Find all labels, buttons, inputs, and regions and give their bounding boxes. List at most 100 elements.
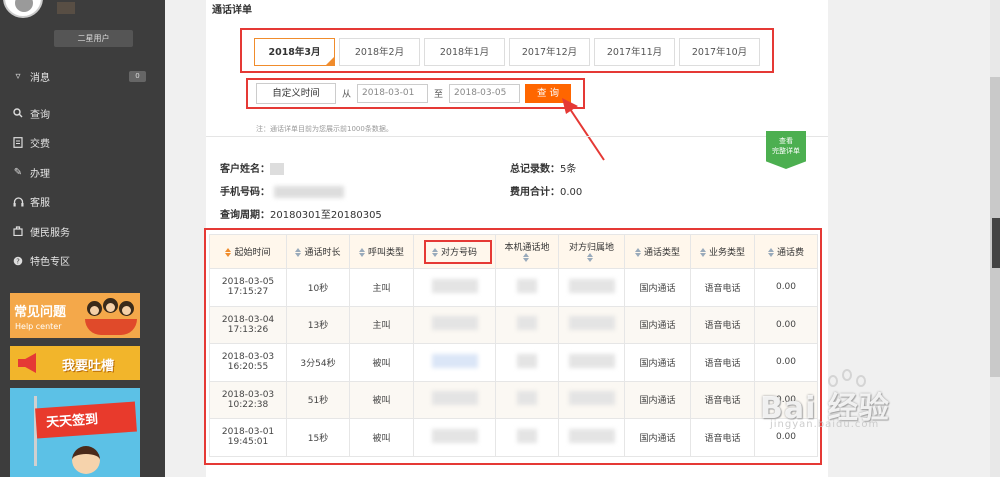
sidebar-item-query[interactable]: 查询 — [0, 99, 165, 129]
cell-call-type: 被叫 — [349, 343, 414, 382]
sidebar-item-handle[interactable]: ✎ 办理 — [0, 158, 165, 188]
cell-start-time: 2018-03-04 17:13:26 — [209, 305, 287, 344]
custom-time-button[interactable]: 自定义时间 — [256, 83, 336, 104]
side-feedback-tab[interactable] — [992, 218, 1000, 268]
total-records: 总记录数：5条 — [510, 160, 576, 175]
total-fee: 费用合计：0.00 — [510, 183, 582, 198]
table-row: 2018-03-05 17:15:27 10秒 主叫 国内通话 语音电话 0.00 — [209, 268, 818, 307]
cell-start-time: 2018-03-03 16:20:55 — [209, 343, 287, 382]
character-illustration — [72, 446, 100, 474]
sidebar-item-payment[interactable]: 交费 — [0, 128, 165, 158]
col-local-area[interactable]: 本机通话地 — [495, 234, 559, 269]
col-biz-type[interactable]: 业务类型 — [690, 234, 755, 269]
headset-icon — [12, 196, 24, 208]
sort-icon — [522, 253, 529, 262]
faq-banner[interactable]: 常见问题 Help center — [10, 293, 140, 338]
cell-start-time: 2018-03-03 10:22:38 — [209, 380, 287, 419]
custom-time-row: 自定义时间 从 2018-03-01 至 2018-03-05 查 询 — [256, 83, 572, 104]
start-date-input[interactable]: 2018-03-01 — [357, 84, 429, 103]
cell-duration: 13秒 — [286, 305, 350, 344]
faq-banner-subtitle: Help center — [15, 322, 62, 331]
to-label: 至 — [434, 90, 444, 100]
query-period: 查询周期：20180301至20180305 — [220, 206, 382, 221]
call-detail-table: 起始时间 通话时长 呼叫类型 对方号码 本机通话地 对方归属地 通话类型 业务类… — [209, 234, 818, 457]
phone-label: 手机号码： — [220, 187, 270, 198]
signin-banner[interactable]: 天天签到 — [10, 388, 140, 477]
faq-banner-title: 常见问题 — [14, 305, 67, 320]
col-other-number[interactable]: 对方号码 — [413, 234, 496, 269]
sidebar-item-featured[interactable]: ? 特色专区 — [0, 246, 165, 276]
red-arrow-annotation — [562, 98, 605, 161]
cell-other-number — [413, 305, 496, 344]
customer-name-redacted — [270, 163, 284, 175]
col-other-area[interactable]: 对方归属地 — [558, 234, 625, 269]
sidebar-item-label: 消息 — [30, 73, 50, 85]
cell-duration: 10秒 — [286, 268, 350, 307]
table-row: 2018-03-03 16:20:55 3分54秒 被叫 国内通话 语音电话 0.… — [209, 343, 818, 382]
page-scrollbar[interactable] — [990, 0, 1000, 477]
customer-name: 客户姓名： — [220, 160, 284, 175]
sidebar-item-label: 查询 — [30, 109, 50, 121]
divider — [206, 136, 828, 137]
search-icon — [12, 107, 24, 119]
sidebar-item-label: 特色专区 — [30, 257, 70, 269]
cell-other-number — [413, 343, 496, 382]
from-label: 从 — [342, 90, 352, 100]
period-value: 20180301至20180305 — [270, 210, 382, 221]
tab-month-2017-10[interactable]: 2017年10月 — [679, 38, 760, 66]
table-row: 2018-03-03 10:22:38 51秒 被叫 国内通话 语音电话 0.00 — [209, 380, 818, 419]
cell-start-time: 2018-03-05 17:15:27 — [209, 268, 287, 307]
cell-duration: 15秒 — [286, 418, 350, 457]
sort-icon — [225, 248, 232, 257]
sort-icon — [295, 248, 302, 257]
cell-comm-type: 国内通话 — [624, 268, 691, 307]
period-label: 查询周期： — [220, 210, 270, 221]
end-date-input[interactable]: 2018-03-05 — [449, 84, 521, 103]
avatar[interactable] — [3, 0, 43, 18]
tab-month-2017-12[interactable]: 2017年12月 — [509, 38, 590, 66]
call-detail-panel: 通话详单 2018年3月 2018年2月 2018年1月 2017年12月 20… — [204, 0, 828, 477]
sidebar-item-convenience[interactable]: 便民服务 — [0, 217, 165, 247]
complain-banner-title: 我要吐槽 — [62, 359, 115, 374]
cell-other-number — [413, 268, 496, 307]
tab-month-2018-03[interactable]: 2018年3月 — [254, 38, 335, 66]
total-fee-label: 费用合计： — [510, 187, 560, 198]
total-fee-value: 0.00 — [560, 187, 583, 198]
cell-biz-type: 语音电话 — [690, 268, 755, 307]
user-level-badge: 二星用户 — [54, 30, 133, 47]
col-comm-type[interactable]: 通话类型 — [624, 234, 691, 269]
col-call-type[interactable]: 呼叫类型 — [349, 234, 414, 269]
cell-other-number — [413, 418, 496, 457]
sort-icon — [767, 248, 774, 257]
cell-local-area — [495, 268, 559, 307]
cell-comm-type: 国内通话 — [624, 305, 691, 344]
cell-comm-type: 国内通话 — [624, 418, 691, 457]
complain-banner[interactable]: 我要吐槽 — [10, 346, 140, 380]
col-start-time[interactable]: 起始时间 — [209, 234, 287, 269]
sidebar-menu: ▿ 消息 0 查询 交费 ✎ 办理 客服 便民服务 ? 特色专区 — [0, 62, 165, 276]
tab-month-2017-11[interactable]: 2017年11月 — [594, 38, 675, 66]
message-count-badge: 0 — [129, 71, 146, 83]
help-icon: ? — [12, 255, 24, 267]
tab-month-2018-01[interactable]: 2018年1月 — [424, 38, 505, 66]
cell-fee: 0.00 — [754, 305, 818, 344]
cell-start-time: 2018-03-01 19:45:01 — [209, 418, 287, 457]
total-records-value: 5条 — [560, 164, 577, 175]
username-redacted — [57, 2, 75, 14]
cell-other-number — [413, 380, 496, 419]
cell-local-area — [495, 418, 559, 457]
sidebar-item-message[interactable]: ▿ 消息 0 — [0, 62, 165, 92]
table-header-row: 起始时间 通话时长 呼叫类型 对方号码 本机通话地 对方归属地 通话类型 业务类… — [209, 234, 818, 269]
phone-number: 手机号码： — [220, 183, 344, 198]
col-duration[interactable]: 通话时长 — [286, 234, 350, 269]
view-full-detail-badge[interactable]: 查看 完整详单 — [766, 131, 806, 169]
bill-icon — [12, 137, 24, 149]
sidebar-item-label: 办理 — [30, 168, 50, 180]
sort-icon — [634, 248, 641, 257]
sidebar-item-support[interactable]: 客服 — [0, 187, 165, 217]
cell-call-type: 被叫 — [349, 418, 414, 457]
tab-month-2018-02[interactable]: 2018年2月 — [339, 38, 420, 66]
cell-duration: 51秒 — [286, 380, 350, 419]
cell-other-area — [558, 418, 625, 457]
col-fee[interactable]: 通话费 — [754, 234, 818, 269]
